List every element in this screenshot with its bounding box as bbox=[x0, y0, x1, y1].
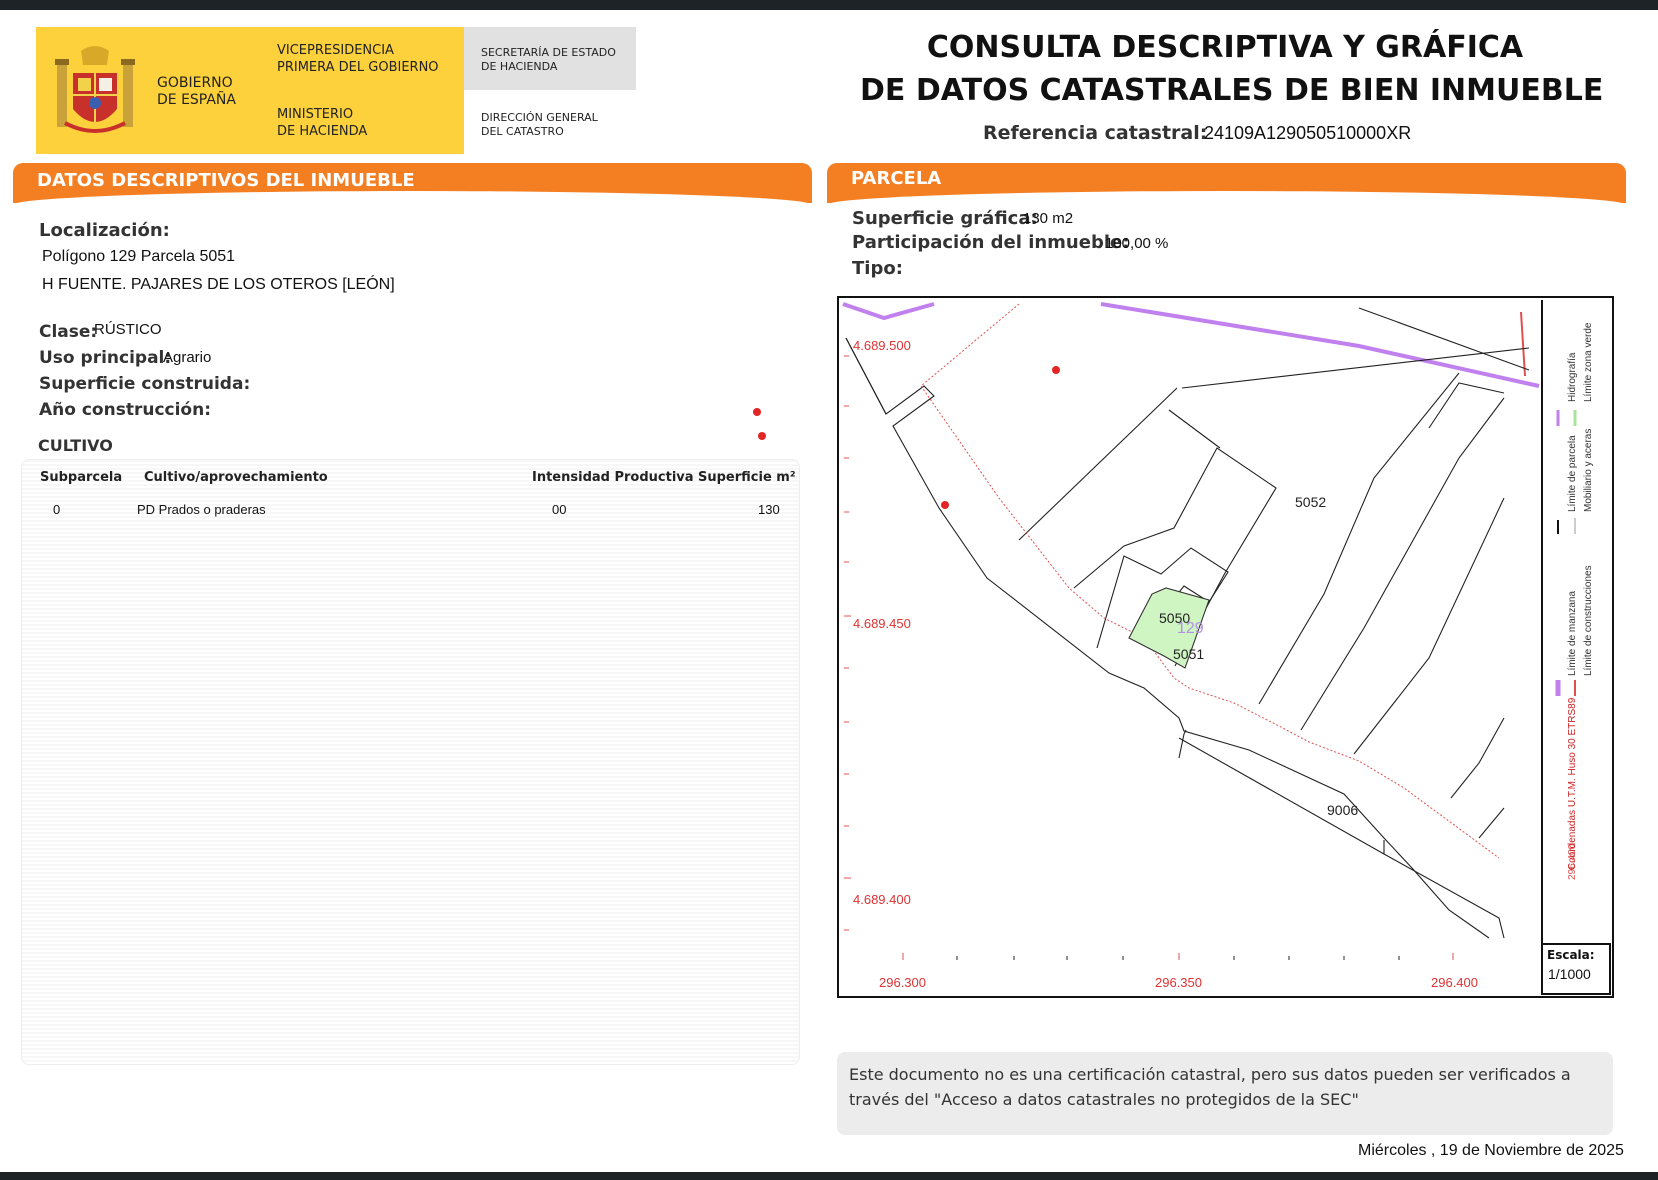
north-arrow-icon bbox=[1520, 311, 1526, 377]
vicepresidencia-text: VICEPRESIDENCIA PRIMERA DEL GOBIERNO bbox=[277, 43, 439, 75]
parcel-label: 5051 bbox=[1173, 646, 1205, 662]
secretaria-text: SECRETARÍA DE ESTADO DE HACIENDA bbox=[481, 46, 616, 73]
superficie-construida-label: Superficie construida: bbox=[39, 374, 251, 394]
localizacion-line1: Polígono 129 Parcela 5051 bbox=[42, 248, 236, 265]
legend-hidrografia: Hidrografía bbox=[1567, 352, 1578, 402]
cultivo-title: CULTIVO bbox=[38, 436, 113, 455]
parcel-label: 9006 bbox=[1327, 802, 1359, 818]
cell-subparcela: 0 bbox=[53, 502, 61, 517]
datos-section-header: DATOS DESCRIPTIVOS DEL INMUEBLE bbox=[13, 163, 812, 205]
ministerio-text: MINISTERIO DE HACIENDA bbox=[277, 107, 368, 139]
legend-limite-parcela: Límite de parcela bbox=[1567, 435, 1578, 512]
scale-label: Escala: bbox=[1547, 948, 1595, 962]
hydro-line bbox=[842, 302, 935, 321]
localizacion-line2: H FUENTE. PAJARES DE LOS OTEROS [LEÓN] bbox=[42, 276, 395, 293]
clase-value: RÚSTICO bbox=[94, 321, 162, 338]
parcela-section-header: PARCELA bbox=[827, 163, 1626, 205]
col-intensidad: Intensidad Productiva bbox=[532, 470, 694, 485]
cell-intensidad: 00 bbox=[552, 502, 567, 517]
x-label: 296.300 bbox=[879, 975, 926, 990]
legend-coords: Coordenadas U.T.M. Huso 30 ETRS89 bbox=[1567, 697, 1578, 870]
red-dot-marker bbox=[941, 501, 949, 509]
x-label: 296.400 bbox=[1431, 975, 1478, 990]
anio-construccion-label: Año construcción: bbox=[39, 400, 212, 420]
y-label: 4.689.450 bbox=[853, 616, 911, 631]
legend-limite-manzana: Límite de manzana bbox=[1567, 590, 1578, 676]
document-page: GOBIERNO DE ESPAÑA VICEPRESIDENCIA PRIME… bbox=[0, 10, 1658, 1172]
document-date: Miércoles , 19 de Noviembre de 2025 bbox=[1358, 1142, 1624, 1159]
red-dot-marker bbox=[753, 408, 761, 416]
red-dot-marker bbox=[758, 432, 766, 440]
gobierno-text: GOBIERNO DE ESPAÑA bbox=[157, 75, 236, 108]
y-label: 4.689.500 bbox=[853, 338, 911, 353]
superficie-grafica-value: 130 m2 bbox=[1023, 210, 1074, 227]
legend-construcciones: Límite de construcciones bbox=[1583, 565, 1594, 676]
localizacion-label: Localización: bbox=[39, 220, 170, 241]
col-subparcela: Subparcela bbox=[40, 470, 123, 485]
referencia-label: Referencia catastral: bbox=[983, 122, 1208, 144]
legend-mobiliario: Mobiliario y aceras bbox=[1583, 428, 1594, 512]
uso-value: Agrario bbox=[163, 349, 212, 366]
parcel-label: 5052 bbox=[1295, 494, 1327, 510]
x-label: 296.350 bbox=[1155, 975, 1202, 990]
scale-value: 1/1000 bbox=[1548, 966, 1591, 982]
datos-section-title: DATOS DESCRIPTIVOS DEL INMUEBLE bbox=[37, 170, 415, 191]
participacion-value: 100,00 % bbox=[1105, 235, 1169, 252]
coat-of-arms-icon bbox=[55, 46, 135, 133]
x-axis-ticks bbox=[902, 953, 1454, 960]
parcela-section-title: PARCELA bbox=[851, 168, 942, 189]
cell-cultivo: PD Prados o praderas bbox=[137, 502, 266, 517]
map-canvas bbox=[842, 300, 1611, 995]
polygon-label: 129 bbox=[1177, 620, 1204, 637]
legend-zona-verde: Límite zona verde bbox=[1583, 322, 1594, 403]
superficie-grafica-label: Superficie gráfica: bbox=[852, 208, 1038, 229]
uso-label: Uso principal: bbox=[39, 348, 172, 368]
col-superficie: Superficie m² bbox=[698, 470, 796, 485]
participacion-label: Participación del inmueble: bbox=[852, 232, 1130, 253]
cell-superficie: 130 bbox=[758, 502, 780, 517]
clase-label: Clase: bbox=[39, 322, 98, 342]
cadastral-map: 4.689.500 4.689.450 4.689.400 296.300 29… bbox=[837, 296, 1614, 998]
direccion-catastro-text: DIRECCIÓN GENERAL DEL CATASTRO bbox=[481, 111, 598, 138]
tipo-label: Tipo: bbox=[852, 258, 903, 279]
x-axis-minor-ticks bbox=[956, 956, 1400, 960]
red-limit-lines bbox=[920, 303, 1500, 859]
page-title: CONSULTA DESCRIPTIVA Y GRÁFICA DE DATOS … bbox=[860, 30, 1604, 108]
cultivo-table: Subparcela Cultivo/aprovechamiento Inten… bbox=[21, 459, 800, 1065]
red-dot-marker bbox=[1052, 366, 1060, 374]
disclaimer-box: Este documento no es una certificación c… bbox=[837, 1052, 1613, 1135]
y-label: 4.689.400 bbox=[853, 892, 911, 907]
referencia-value: 24109A129050510000XR bbox=[1204, 123, 1412, 143]
hydro-line bbox=[1100, 302, 1540, 388]
disclaimer-text: Este documento no es una certificación c… bbox=[849, 1065, 1571, 1109]
y-axis-ticks bbox=[844, 355, 851, 931]
col-cultivo: Cultivo/aprovechamiento bbox=[144, 470, 328, 485]
